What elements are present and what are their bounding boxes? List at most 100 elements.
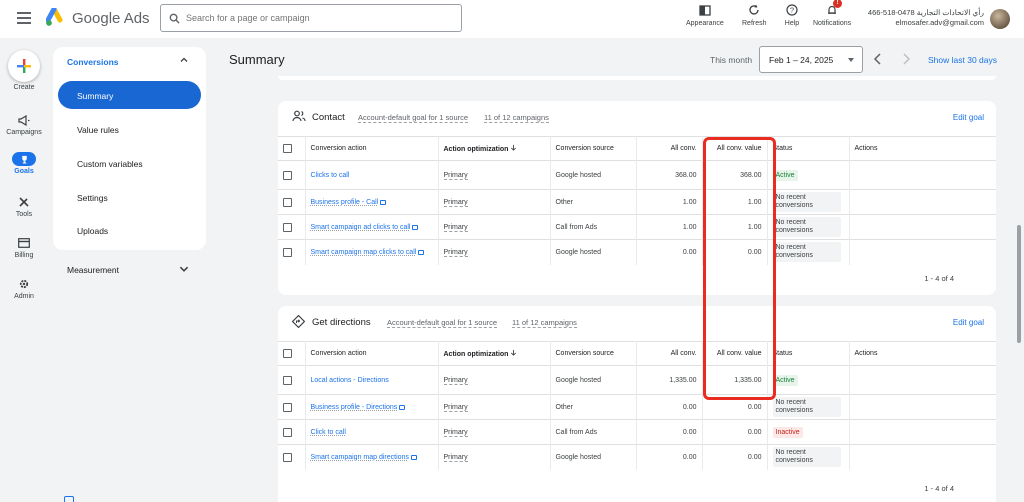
conversion-action-link[interactable]: Smart campaign map directions <box>311 454 409 461</box>
col-status[interactable]: Status <box>767 136 850 161</box>
search-box[interactable] <box>160 4 462 32</box>
row-checkbox[interactable] <box>283 197 292 207</box>
row-checkbox[interactable] <box>283 222 292 232</box>
rail-tools-label: Tools <box>15 211 33 218</box>
col-all-conv-value[interactable]: All conv. value <box>702 136 768 161</box>
subnav-item-value-rules[interactable]: Value rules <box>77 125 119 135</box>
all-conv-value: 1,335.00 <box>636 365 703 395</box>
optimization-value[interactable]: Primary <box>443 223 468 232</box>
goal-campaigns-link[interactable]: 11 of 12 campaigns <box>484 113 549 123</box>
col-all-conv[interactable]: All conv. <box>636 136 703 161</box>
col-action-optimization[interactable]: Action optimization <box>438 136 551 161</box>
conversion-action-link[interactable]: Smart campaign map clicks to call <box>311 249 417 256</box>
source-value: Google hosted <box>550 239 637 265</box>
chevron-down-icon[interactable] <box>178 263 190 275</box>
goal-type-link[interactable]: Account-default goal for 1 source <box>358 113 469 123</box>
svg-text:?: ? <box>790 6 794 15</box>
show-last-30-days-link[interactable]: Show last 30 days <box>928 55 997 65</box>
conversion-action-link[interactable]: Smart campaign ad clicks to call <box>311 224 411 231</box>
help-label: Help <box>784 20 800 27</box>
select-all-checkbox[interactable] <box>283 144 292 153</box>
col-action-optimization[interactable]: Action optimization <box>438 341 551 366</box>
conversion-action-link[interactable]: Click to call <box>311 429 346 436</box>
scrollbar-thumb[interactable] <box>1017 225 1021 343</box>
table-row[interactable]: Smart campaign map directions Primary Go… <box>278 444 996 470</box>
menu-icon[interactable] <box>17 12 31 24</box>
col-action-optimization-label: Action optimization <box>443 351 509 358</box>
search-input[interactable] <box>186 13 446 23</box>
date-range-select[interactable]: Feb 1 – 24, 2025 <box>759 46 863 73</box>
row-checkbox[interactable] <box>283 247 292 257</box>
table-row[interactable]: Smart campaign map clicks to call Primar… <box>278 239 996 265</box>
status-badge: No recent conversions <box>772 192 841 212</box>
table-row[interactable]: Local actions - Directions Primary Googl… <box>278 365 996 395</box>
goal-type-link[interactable]: Account-default goal for 1 source <box>387 318 498 328</box>
google-ads-logo[interactable]: Google Ads <box>46 8 150 28</box>
source-value: Google hosted <box>550 444 637 470</box>
optimization-value[interactable]: Primary <box>443 403 468 412</box>
rail-item-billing[interactable]: Billing <box>0 236 48 259</box>
rail-item-campaigns[interactable]: Campaigns <box>0 113 48 136</box>
rail-item-goals[interactable]: Goals <box>0 152 48 175</box>
row-checkbox[interactable] <box>283 452 292 462</box>
col-conversion-action[interactable]: Conversion action <box>305 136 439 161</box>
chevron-up-icon[interactable] <box>179 55 189 65</box>
col-conversion-source[interactable]: Conversion source <box>550 341 637 366</box>
source-value: Other <box>550 189 637 215</box>
optimization-value[interactable]: Primary <box>443 248 468 257</box>
optimization-value[interactable]: Primary <box>443 428 468 437</box>
notifications-button[interactable]: ! Notifications <box>813 0 851 27</box>
conversion-action-link[interactable]: Local actions - Directions <box>311 377 389 384</box>
optimization-value[interactable]: Primary <box>443 171 468 180</box>
all-conv-value-amount: 1,335.00 <box>702 365 768 395</box>
conversion-action-link[interactable]: Clicks to call <box>311 172 350 179</box>
row-checkbox[interactable] <box>283 427 292 437</box>
create-button[interactable] <box>8 50 40 82</box>
measurement-header[interactable]: Measurement <box>67 265 119 275</box>
select-all-checkbox[interactable] <box>283 349 292 358</box>
source-value: Other <box>550 394 637 420</box>
rail-item-admin[interactable]: Admin <box>0 277 48 300</box>
conversions-header[interactable]: Conversions <box>67 57 119 67</box>
page-title: Summary <box>229 52 285 67</box>
col-all-conv-value[interactable]: All conv. value <box>702 341 768 366</box>
account-info[interactable]: 466-518-0478 رأي الاتحادات التجارية elmo… <box>862 8 984 28</box>
col-all-conv[interactable]: All conv. <box>636 341 703 366</box>
col-status[interactable]: Status <box>767 341 850 366</box>
rail-item-tools[interactable]: Tools <box>0 195 48 218</box>
chevron-left-icon[interactable] <box>872 52 884 66</box>
table-row[interactable]: Smart campaign ad clicks to call Primary… <box>278 214 996 240</box>
goal-campaigns-link[interactable]: 11 of 12 campaigns <box>512 318 577 328</box>
row-checkbox[interactable] <box>283 402 292 412</box>
col-conversion-action[interactable]: Conversion action <box>305 341 439 366</box>
subnav-item-summary[interactable]: Summary <box>58 81 201 109</box>
table-row[interactable]: Business profile - Directions Primary Ot… <box>278 394 996 420</box>
edit-goal-button[interactable]: Edit goal <box>953 318 984 327</box>
rail-campaigns-label: Campaigns <box>6 129 42 136</box>
optimization-value[interactable]: Primary <box>443 198 468 207</box>
optimization-value[interactable]: Primary <box>443 376 468 385</box>
feedback-icon[interactable] <box>64 496 74 502</box>
appearance-button[interactable]: Appearance <box>686 2 724 27</box>
all-conv-value-amount: 0.00 <box>702 444 768 470</box>
refresh-button[interactable]: Refresh <box>742 2 767 27</box>
chevron-right-icon[interactable] <box>900 52 912 66</box>
row-actions <box>849 365 996 395</box>
row-checkbox[interactable] <box>283 170 292 180</box>
subnav-item-uploads[interactable]: Uploads <box>77 226 108 236</box>
optimization-value[interactable]: Primary <box>443 453 468 462</box>
subnav-item-custom-variables[interactable]: Custom variables <box>77 159 143 169</box>
row-checkbox[interactable] <box>283 375 292 385</box>
conversion-action-link[interactable]: Business profile - Directions <box>311 404 398 411</box>
edit-goal-button[interactable]: Edit goal <box>953 113 984 122</box>
lock-icon <box>380 199 387 205</box>
col-conversion-source[interactable]: Conversion source <box>550 136 637 161</box>
table-row[interactable]: Business profile - Call Primary Other 1.… <box>278 189 996 215</box>
avatar[interactable] <box>990 9 1010 29</box>
help-button[interactable]: ? Help <box>784 2 800 27</box>
table-row[interactable]: Clicks to call Primary Google hosted 368… <box>278 160 996 190</box>
lock-icon <box>412 224 419 230</box>
conversion-action-link[interactable]: Business profile - Call <box>311 199 379 206</box>
table-row[interactable]: Click to call Primary Call from Ads 0.00… <box>278 419 996 445</box>
subnav-item-settings[interactable]: Settings <box>77 193 108 203</box>
